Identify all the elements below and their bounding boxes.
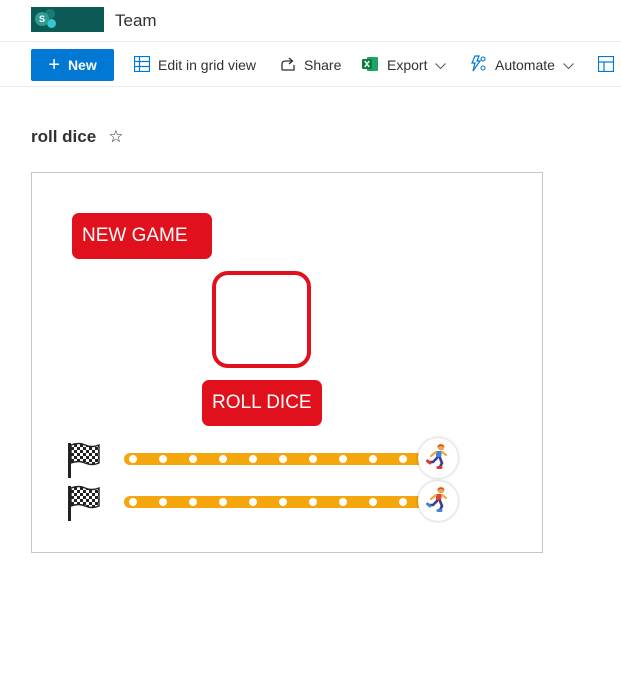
track-space bbox=[129, 498, 137, 506]
track-space bbox=[369, 455, 377, 463]
track-space bbox=[189, 498, 197, 506]
app-canvas: NEW GAME ROLL DICE bbox=[31, 172, 543, 553]
integrate-button[interactable] bbox=[597, 55, 615, 75]
share-icon bbox=[280, 56, 296, 75]
track-space bbox=[399, 455, 407, 463]
player-runner bbox=[418, 481, 458, 521]
sharepoint-logo-icon: S bbox=[35, 12, 49, 26]
site-title[interactable]: Team bbox=[115, 11, 157, 31]
track-space bbox=[219, 498, 227, 506]
share-button[interactable]: Share bbox=[280, 55, 341, 75]
track-space bbox=[309, 498, 317, 506]
edit-in-grid-view-button[interactable]: Edit in grid view bbox=[133, 55, 257, 75]
player-runner bbox=[418, 438, 458, 478]
track-space bbox=[339, 455, 347, 463]
track-space bbox=[399, 498, 407, 506]
track-space bbox=[129, 455, 137, 463]
race-track bbox=[124, 453, 436, 465]
layout-icon bbox=[597, 55, 615, 75]
track-space bbox=[159, 455, 167, 463]
export-label: Export bbox=[387, 57, 428, 73]
track-space bbox=[249, 498, 257, 506]
new-game-button[interactable]: NEW GAME bbox=[72, 213, 212, 259]
site-header: S Team bbox=[0, 0, 621, 42]
share-label: Share bbox=[304, 57, 342, 73]
automate-icon bbox=[470, 55, 487, 75]
checkered-flag-icon bbox=[65, 484, 101, 527]
site-logo[interactable]: S bbox=[31, 7, 104, 32]
track-space bbox=[249, 455, 257, 463]
automate-button[interactable]: Automate bbox=[470, 55, 574, 75]
favorite-star-icon[interactable]: ☆ bbox=[108, 127, 123, 147]
track-space bbox=[279, 455, 287, 463]
chevron-down-icon bbox=[435, 57, 447, 73]
track-space bbox=[189, 455, 197, 463]
track-space bbox=[279, 498, 287, 506]
track-space bbox=[219, 455, 227, 463]
dice-face bbox=[212, 271, 311, 368]
new-button-label: New bbox=[67, 57, 97, 73]
edit-in-grid-view-label: Edit in grid view bbox=[158, 57, 257, 73]
track-space bbox=[159, 498, 167, 506]
command-bar: + New Edit in grid view Share Export Aut… bbox=[0, 43, 621, 87]
page-title-row: roll dice ☆ bbox=[31, 127, 123, 147]
grid-icon bbox=[133, 55, 151, 75]
excel-icon bbox=[362, 56, 379, 75]
track-space bbox=[309, 455, 317, 463]
track-space bbox=[369, 498, 377, 506]
runner-icon bbox=[426, 486, 450, 517]
roll-dice-button[interactable]: ROLL DICE bbox=[202, 380, 322, 426]
new-button[interactable]: + New bbox=[31, 49, 114, 81]
track-space bbox=[339, 498, 347, 506]
chevron-down-icon bbox=[563, 57, 574, 73]
export-button[interactable]: Export bbox=[362, 55, 447, 75]
checkered-flag-icon bbox=[65, 441, 101, 484]
page-title: roll dice bbox=[31, 127, 97, 146]
plus-icon: + bbox=[48, 54, 60, 76]
race-track bbox=[124, 496, 436, 508]
automate-label: Automate bbox=[495, 57, 555, 73]
runner-icon bbox=[426, 443, 450, 474]
